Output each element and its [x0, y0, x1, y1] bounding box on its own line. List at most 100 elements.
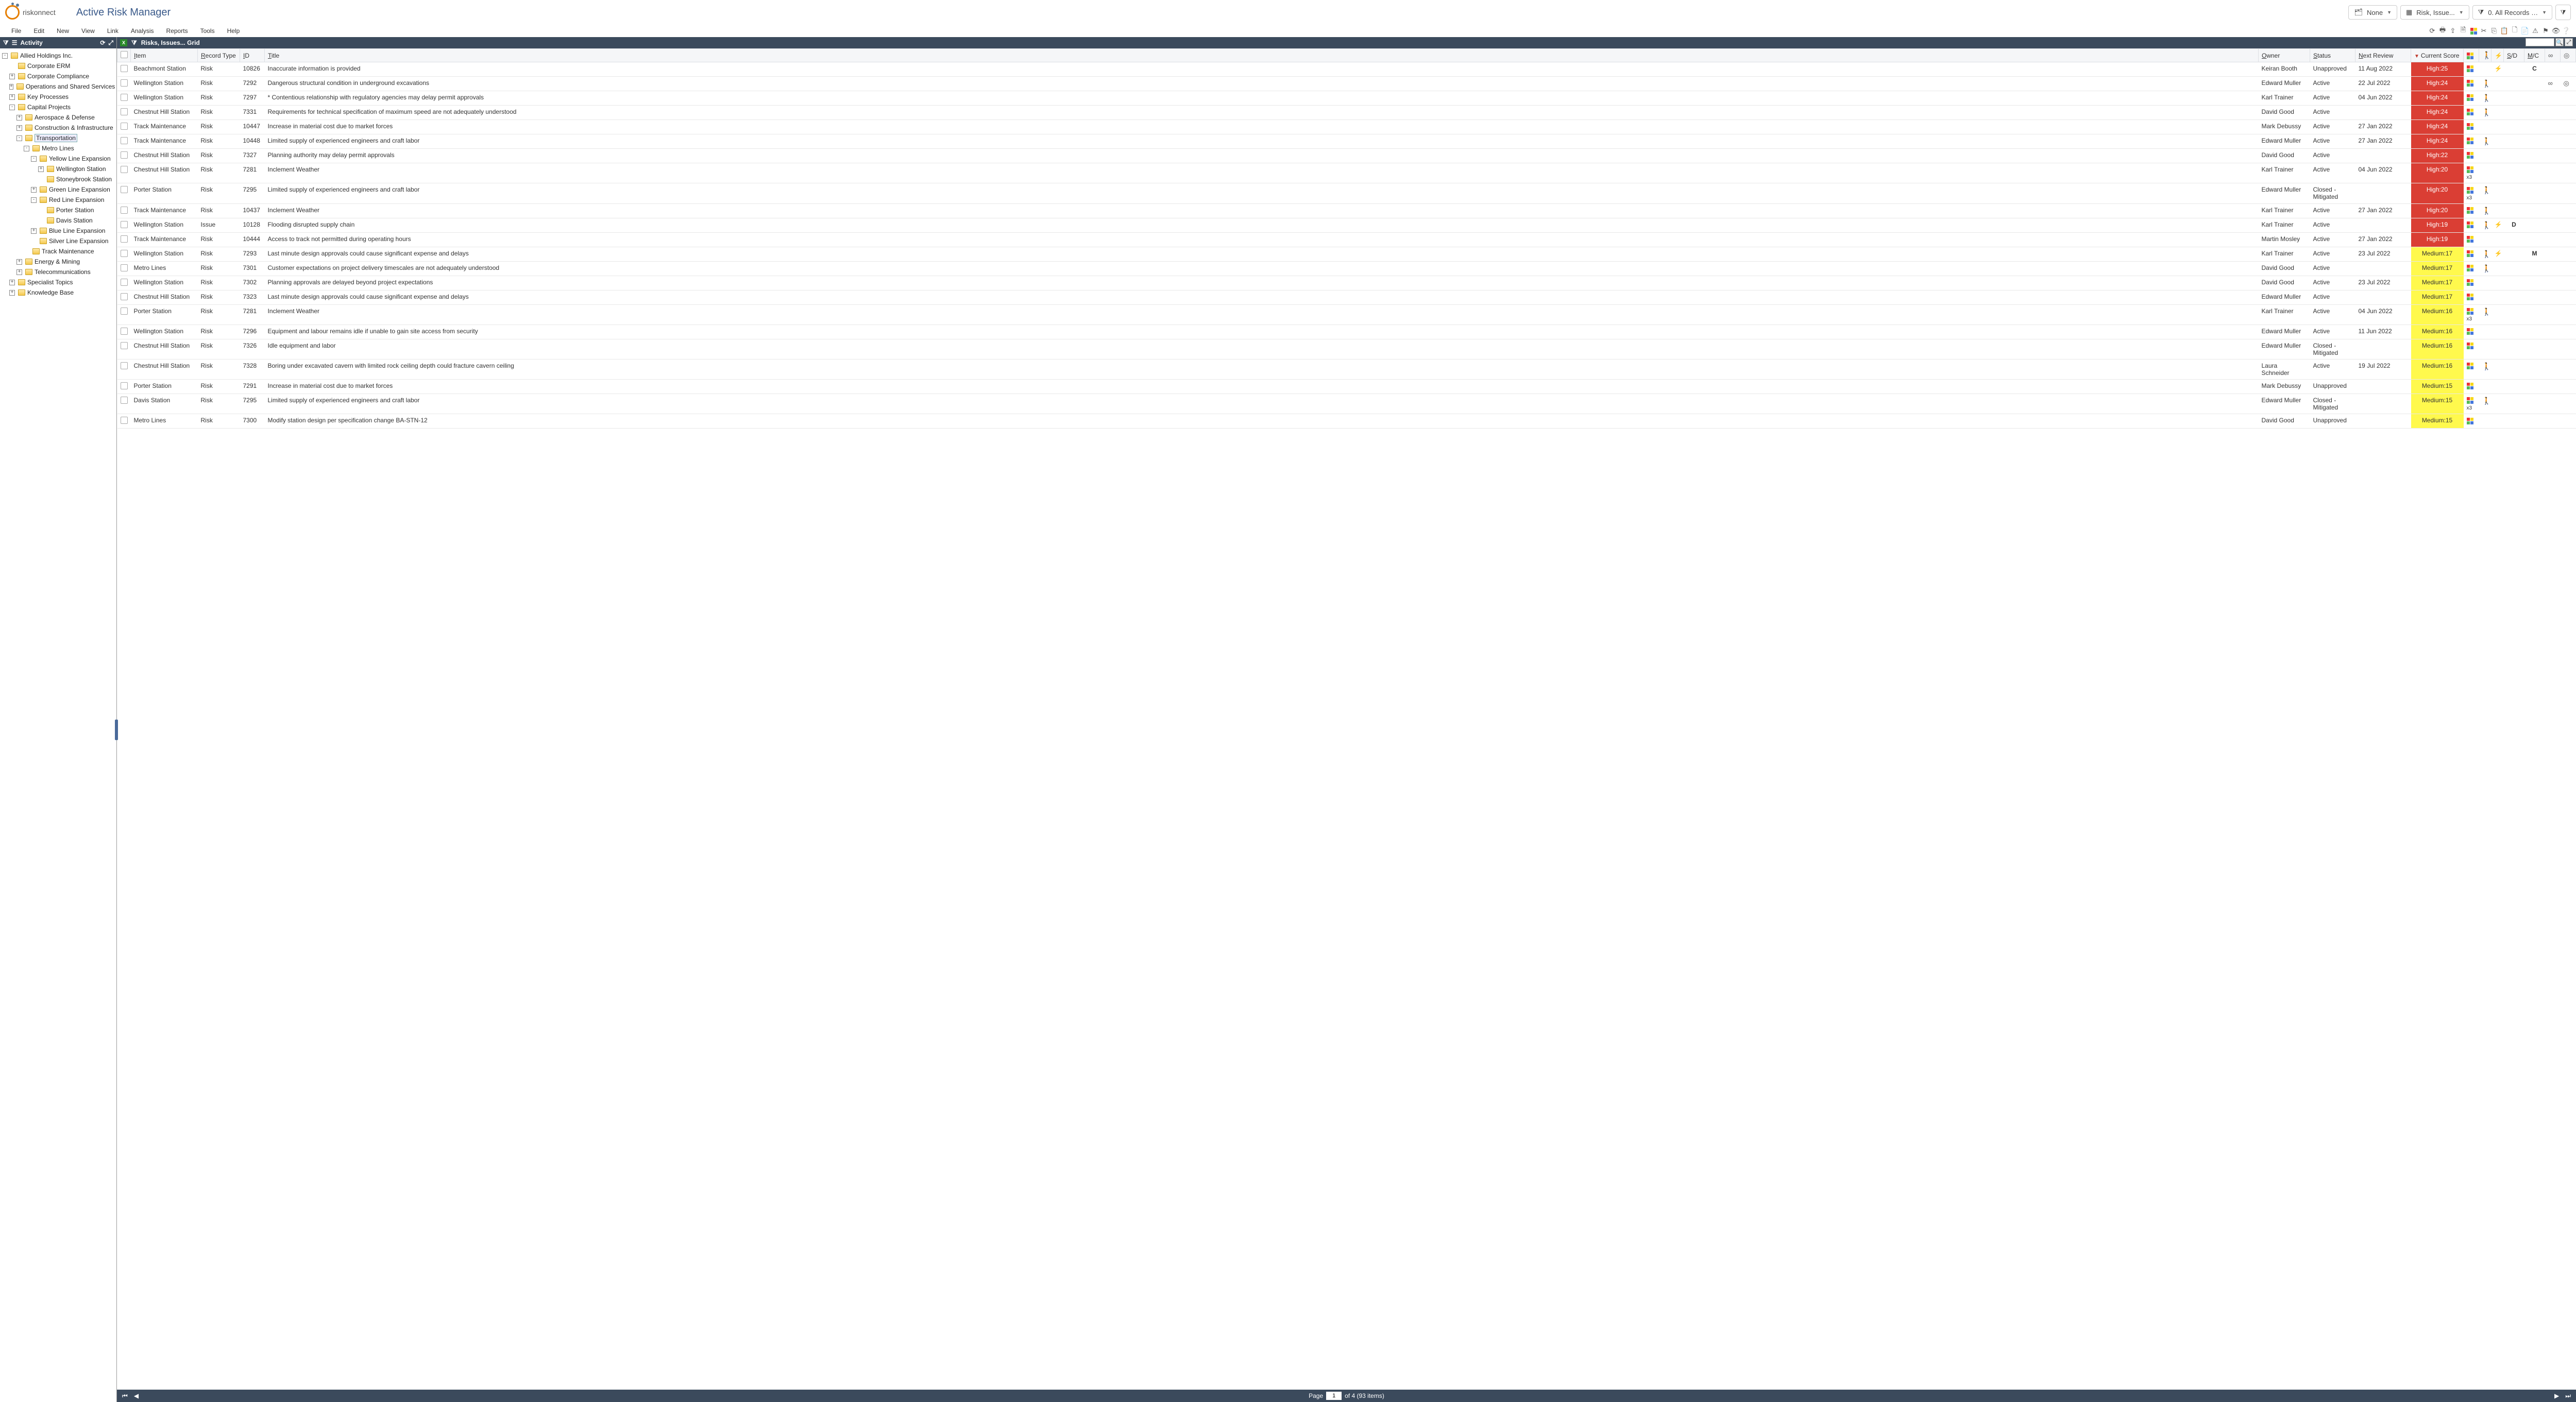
- row-checkbox[interactable]: [121, 65, 128, 72]
- funnel-icon[interactable]: ⧩: [131, 39, 137, 47]
- tree-node[interactable]: +Specialist Topics: [0, 277, 116, 287]
- expand-icon[interactable]: +: [16, 259, 22, 265]
- menu-help[interactable]: Help: [221, 25, 246, 37]
- row-checkbox[interactable]: [121, 137, 128, 144]
- col-header[interactable]: Item: [131, 49, 198, 62]
- row-checkbox[interactable]: [121, 264, 128, 271]
- col-header[interactable]: Next Review: [2355, 49, 2411, 62]
- grid-type-dropdown[interactable]: ▦ Risk, Issue... ▼: [2400, 5, 2469, 20]
- tree-node[interactable]: +Aerospace & Defense: [0, 112, 116, 123]
- row-checkbox[interactable]: [121, 250, 128, 257]
- table-row[interactable]: Wellington StationRisk7302Planning appro…: [117, 276, 2576, 290]
- col-header[interactable]: [117, 49, 131, 62]
- tree-node[interactable]: +Knowledge Base: [0, 287, 116, 298]
- col-header[interactable]: Status: [2310, 49, 2355, 62]
- table-row[interactable]: Track MaintenanceRisk10444Access to trac…: [117, 232, 2576, 247]
- table-row[interactable]: Wellington StationRisk7292Dangerous stru…: [117, 77, 2576, 91]
- activity-tree[interactable]: -Allied Holdings Inc.Corporate ERM+Corpo…: [0, 48, 116, 1402]
- row-checkbox[interactable]: [121, 362, 128, 369]
- tree-node[interactable]: +Blue Line Expansion: [0, 226, 116, 236]
- expand-icon[interactable]: +: [16, 125, 22, 131]
- warning-icon[interactable]: ⚠: [2531, 26, 2540, 36]
- row-checkbox[interactable]: [121, 417, 128, 424]
- paste-icon[interactable]: 📋: [2500, 26, 2509, 36]
- table-row[interactable]: Metro LinesRisk7300Modify station design…: [117, 414, 2576, 429]
- col-header[interactable]: ◎: [2561, 49, 2576, 62]
- col-header[interactable]: 🚶: [2479, 49, 2492, 62]
- first-page-button[interactable]: ⏮: [120, 1392, 130, 1400]
- print-icon[interactable]: 🖶: [2438, 26, 2447, 36]
- table-row[interactable]: Track MaintenanceRisk10437Inclement Weat…: [117, 203, 2576, 218]
- table-row[interactable]: Davis StationRisk7295Limited supply of e…: [117, 394, 2576, 414]
- menu-analysis[interactable]: Analysis: [125, 25, 160, 37]
- menu-view[interactable]: View: [75, 25, 101, 37]
- collapse-icon[interactable]: -: [16, 135, 22, 141]
- table-row[interactable]: Wellington StationIssue10128Flooding dis…: [117, 218, 2576, 232]
- row-checkbox[interactable]: [121, 221, 128, 228]
- tree-node[interactable]: +Corporate Compliance: [0, 71, 116, 81]
- expand-icon[interactable]: +: [9, 94, 15, 100]
- tree-node[interactable]: +Construction & Infrastructure: [0, 123, 116, 133]
- last-page-button[interactable]: ⏭: [2563, 1392, 2573, 1400]
- search-icon[interactable]: 🔍: [2555, 38, 2564, 46]
- table-row[interactable]: Wellington StationRisk7297* Contentious …: [117, 91, 2576, 106]
- expand-icon[interactable]: +: [38, 166, 44, 172]
- grid-color-icon[interactable]: [2469, 26, 2478, 36]
- layers-dropdown[interactable]: 🗂 None ▼: [2348, 5, 2397, 20]
- table-row[interactable]: Chestnut Hill StationRisk7328Boring unde…: [117, 359, 2576, 379]
- collapse-icon[interactable]: -: [2, 53, 8, 59]
- grid-scroll[interactable]: ItemRecord TypeIDTitleOwnerStatusNext Re…: [117, 48, 2576, 1390]
- records-filter-dropdown[interactable]: ⧩ 0. All Records … ▼: [2472, 5, 2552, 20]
- document-icon[interactable]: 🗎: [2459, 26, 2468, 36]
- tree-node[interactable]: -Metro Lines: [0, 143, 116, 153]
- prev-page-button[interactable]: ◀: [132, 1392, 141, 1399]
- menu-file[interactable]: File: [5, 25, 27, 37]
- expand-icon[interactable]: +: [9, 74, 15, 79]
- row-checkbox[interactable]: [121, 342, 128, 349]
- tree-node[interactable]: +Operations and Shared Services: [0, 81, 116, 92]
- new-doc-icon[interactable]: 🗋: [2510, 26, 2519, 36]
- tree-node[interactable]: Davis Station: [0, 215, 116, 226]
- tree-node[interactable]: Stoneybrook Station: [0, 174, 116, 184]
- table-row[interactable]: Porter StationRisk7291Increase in materi…: [117, 379, 2576, 394]
- expand-icon[interactable]: +: [31, 228, 37, 234]
- table-row[interactable]: Track MaintenanceRisk10447Increase in ma…: [117, 120, 2576, 134]
- tree-node[interactable]: Porter Station: [0, 205, 116, 215]
- row-checkbox[interactable]: [121, 293, 128, 300]
- refresh-icon[interactable]: ⟳: [100, 39, 105, 46]
- col-header[interactable]: M/C: [2524, 49, 2545, 62]
- row-checkbox[interactable]: [121, 382, 128, 389]
- eye-icon[interactable]: 👁: [2551, 26, 2561, 36]
- tree-node[interactable]: -Allied Holdings Inc.: [0, 50, 116, 61]
- menu-new[interactable]: New: [50, 25, 75, 37]
- tree-node[interactable]: -Transportation: [0, 133, 116, 143]
- table-row[interactable]: Metro LinesRisk7301Customer expectations…: [117, 261, 2576, 276]
- col-header[interactable]: ∞: [2545, 49, 2561, 62]
- table-row[interactable]: Beachmont StationRisk10826Inaccurate inf…: [117, 62, 2576, 77]
- next-page-button[interactable]: ▶: [2552, 1392, 2561, 1399]
- menu-tools[interactable]: Tools: [194, 25, 221, 37]
- table-row[interactable]: Chestnut Hill StationRisk7331Requirement…: [117, 106, 2576, 120]
- collapse-icon[interactable]: -: [24, 146, 29, 151]
- expand-icon[interactable]: +: [16, 269, 22, 275]
- expand-icon[interactable]: +: [9, 290, 15, 296]
- table-row[interactable]: Porter StationRisk7281Inclement WeatherK…: [117, 304, 2576, 324]
- tree-node[interactable]: -Yellow Line Expansion: [0, 153, 116, 164]
- tree-node[interactable]: -Capital Projects: [0, 102, 116, 112]
- expand-icon[interactable]: +: [9, 84, 13, 90]
- search-expand-icon[interactable]: ⤢: [2565, 38, 2573, 46]
- select-all-checkbox[interactable]: [121, 51, 128, 58]
- expand-icon[interactable]: +: [16, 115, 22, 121]
- splitter-handle[interactable]: [115, 720, 118, 740]
- tree-node[interactable]: +Wellington Station: [0, 164, 116, 174]
- excel-icon[interactable]: X: [120, 39, 127, 46]
- copy-icon[interactable]: ⎘: [2489, 26, 2499, 36]
- tree-node[interactable]: Track Maintenance: [0, 246, 116, 257]
- collapse-icon[interactable]: -: [31, 197, 37, 203]
- col-header[interactable]: Title: [265, 49, 2259, 62]
- table-row[interactable]: Wellington StationRisk7296Equipment and …: [117, 324, 2576, 339]
- table-row[interactable]: Track MaintenanceRisk10448Limited supply…: [117, 134, 2576, 149]
- row-checkbox[interactable]: [121, 279, 128, 286]
- list-icon[interactable]: ☰: [12, 39, 18, 46]
- tree-node[interactable]: +Energy & Mining: [0, 257, 116, 267]
